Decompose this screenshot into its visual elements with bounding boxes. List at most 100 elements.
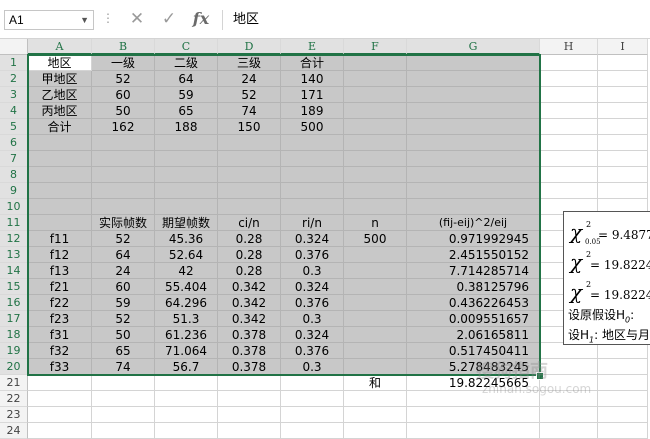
cell-f2[interactable] <box>344 71 407 87</box>
cell-h19[interactable] <box>540 343 598 359</box>
cell-c16[interactable]: 64.296 <box>155 295 218 311</box>
cell-b9[interactable] <box>92 183 155 199</box>
cell-e23[interactable] <box>281 407 344 423</box>
cell-b14[interactable]: 24 <box>92 263 155 279</box>
column-header-a[interactable]: A <box>28 39 92 55</box>
row-header-23[interactable]: 23 <box>0 407 28 423</box>
column-header-b[interactable]: B <box>92 39 155 55</box>
cell-i8[interactable] <box>598 167 648 183</box>
cell-a11[interactable] <box>28 215 92 231</box>
row-header-17[interactable]: 17 <box>0 311 28 327</box>
cell-i4[interactable] <box>598 103 648 119</box>
cell-f20[interactable] <box>344 359 407 375</box>
cell-a23[interactable] <box>28 407 92 423</box>
cell-a15[interactable]: f21 <box>28 279 92 295</box>
row-header-4[interactable]: 4 <box>0 103 28 119</box>
cell-d22[interactable] <box>218 391 281 407</box>
cell-f15[interactable] <box>344 279 407 295</box>
cell-i20[interactable] <box>598 359 648 375</box>
cell-a3[interactable]: 乙地区 <box>28 87 92 103</box>
row-header-3[interactable]: 3 <box>0 87 28 103</box>
cell-d17[interactable]: 0.342 <box>218 311 281 327</box>
cell-b11[interactable]: 实际帧数 <box>92 215 155 231</box>
column-header-e[interactable]: E <box>281 39 344 55</box>
cell-b6[interactable] <box>92 135 155 151</box>
cell-d8[interactable] <box>218 167 281 183</box>
cell-h8[interactable] <box>540 167 598 183</box>
cell-d7[interactable] <box>218 151 281 167</box>
cell-d6[interactable] <box>218 135 281 151</box>
cell-c3[interactable]: 59 <box>155 87 218 103</box>
cell-c6[interactable] <box>155 135 218 151</box>
cell-d12[interactable]: 0.28 <box>218 231 281 247</box>
cell-f22[interactable] <box>344 391 407 407</box>
cell-b4[interactable]: 50 <box>92 103 155 119</box>
column-header-i[interactable]: I <box>598 39 648 55</box>
cell-e3[interactable]: 171 <box>281 87 344 103</box>
cell-f23[interactable] <box>344 407 407 423</box>
cell-e17[interactable]: 0.3 <box>281 311 344 327</box>
cell-e2[interactable]: 140 <box>281 71 344 87</box>
cell-e18[interactable]: 0.324 <box>281 327 344 343</box>
cell-d11[interactable]: ci/n <box>218 215 281 231</box>
cell-h6[interactable] <box>540 135 598 151</box>
cell-c9[interactable] <box>155 183 218 199</box>
cell-h24[interactable] <box>540 423 598 439</box>
cell-a6[interactable] <box>28 135 92 151</box>
cell-d1[interactable]: 三级 <box>218 55 281 71</box>
cell-c10[interactable] <box>155 199 218 215</box>
cell-d23[interactable] <box>218 407 281 423</box>
cell-i7[interactable] <box>598 151 648 167</box>
formula-input[interactable]: 地区 <box>222 10 650 30</box>
cell-d14[interactable]: 0.28 <box>218 263 281 279</box>
cell-h9[interactable] <box>540 183 598 199</box>
cell-i5[interactable] <box>598 119 648 135</box>
column-header-f[interactable]: F <box>344 39 407 55</box>
row-header-10[interactable]: 10 <box>0 199 28 215</box>
cell-c19[interactable]: 71.064 <box>155 343 218 359</box>
cell-e14[interactable]: 0.3 <box>281 263 344 279</box>
cell-c21[interactable] <box>155 375 218 391</box>
cell-c2[interactable]: 64 <box>155 71 218 87</box>
chevron-down-icon[interactable]: ▼ <box>80 11 89 29</box>
cell-i3[interactable] <box>598 87 648 103</box>
cell-a9[interactable] <box>28 183 92 199</box>
cell-a4[interactable]: 丙地区 <box>28 103 92 119</box>
cell-c12[interactable]: 45.36 <box>155 231 218 247</box>
row-header-5[interactable]: 5 <box>0 119 28 135</box>
cell-a16[interactable]: f22 <box>28 295 92 311</box>
cell-d21[interactable] <box>218 375 281 391</box>
cell-f6[interactable] <box>344 135 407 151</box>
cell-g12[interactable]: 0.971992945 <box>407 231 540 247</box>
cell-b13[interactable]: 64 <box>92 247 155 263</box>
cell-e15[interactable]: 0.324 <box>281 279 344 295</box>
cell-c8[interactable] <box>155 167 218 183</box>
cell-b18[interactable]: 50 <box>92 327 155 343</box>
cell-d5[interactable]: 150 <box>218 119 281 135</box>
row-header-6[interactable]: 6 <box>0 135 28 151</box>
cell-c17[interactable]: 51.3 <box>155 311 218 327</box>
cell-d20[interactable]: 0.378 <box>218 359 281 375</box>
row-header-11[interactable]: 11 <box>0 215 28 231</box>
drag-handle-icon[interactable]: ⋮ <box>102 11 114 25</box>
cell-c7[interactable] <box>155 151 218 167</box>
cell-b20[interactable]: 74 <box>92 359 155 375</box>
cell-f4[interactable] <box>344 103 407 119</box>
row-header-8[interactable]: 8 <box>0 167 28 183</box>
row-header-12[interactable]: 12 <box>0 231 28 247</box>
cell-e7[interactable] <box>281 151 344 167</box>
confirm-icon[interactable]: ✓ <box>158 8 180 30</box>
cell-g16[interactable]: 0.436226453 <box>407 295 540 311</box>
cell-e8[interactable] <box>281 167 344 183</box>
column-header-h[interactable]: H <box>540 39 598 55</box>
cell-d4[interactable]: 74 <box>218 103 281 119</box>
insert-function-icon[interactable]: fx <box>190 8 212 30</box>
cell-a14[interactable]: f13 <box>28 263 92 279</box>
cell-i23[interactable] <box>598 407 648 423</box>
row-header-2[interactable]: 2 <box>0 71 28 87</box>
cell-e24[interactable] <box>281 423 344 439</box>
cell-e22[interactable] <box>281 391 344 407</box>
cell-c14[interactable]: 42 <box>155 263 218 279</box>
select-all-corner[interactable] <box>0 39 28 55</box>
cell-e10[interactable] <box>281 199 344 215</box>
